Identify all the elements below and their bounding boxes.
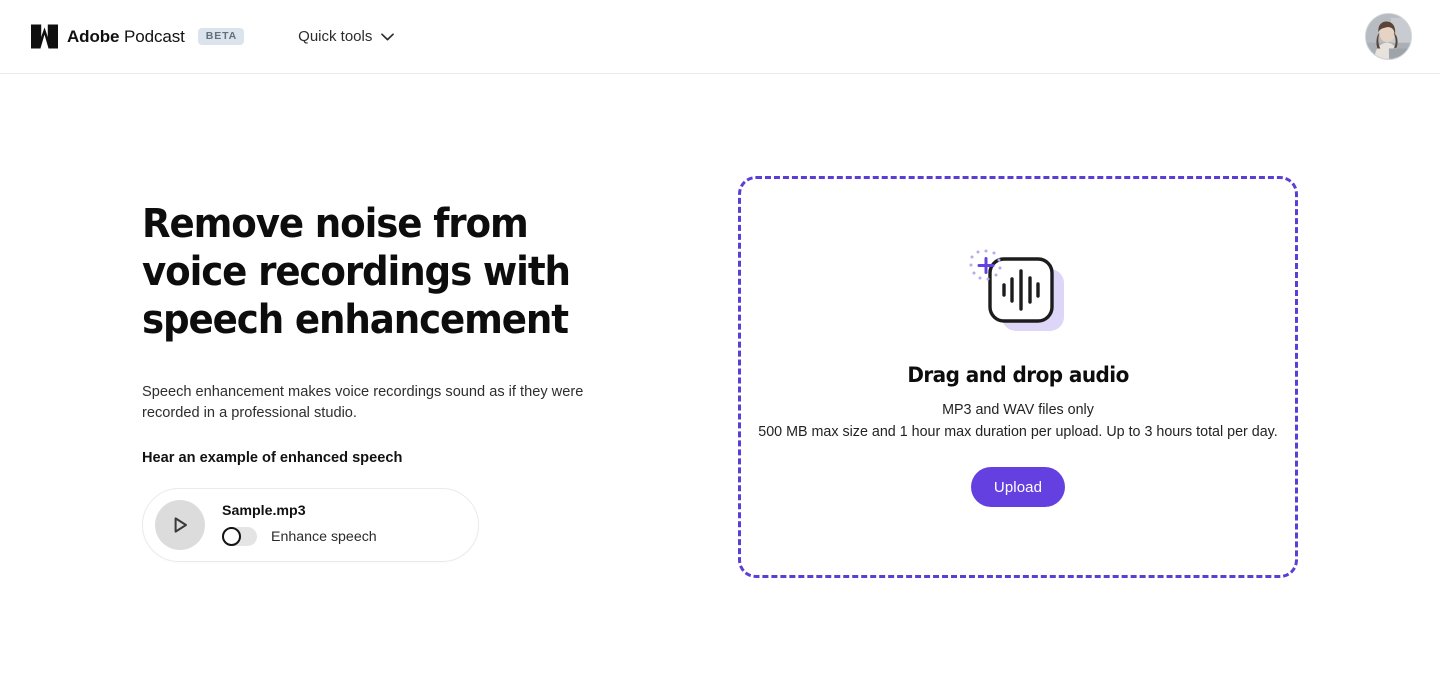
upload-dropzone[interactable]: Drag and drop audio MP3 and WAV files on… [738,176,1298,578]
dropzone-subtext-line2: 500 MB max size and 1 hour max duration … [758,424,1278,440]
audio-file-add-icon [966,247,1070,339]
toggle-knob [222,527,241,547]
upload-button[interactable]: Upload [970,467,1066,507]
hear-example-label: Hear an example of enhanced speech [142,450,403,466]
top-header: Adobe Podcast BETA Quick tools [0,0,1440,74]
sample-player-card: Sample.mp3 Enhance speech [142,488,479,562]
brand-lockup[interactable]: Adobe Podcast BETA [31,24,245,49]
page-title: Remove noise from voice recordings with … [142,201,571,343]
enhance-toggle-row: Enhance speech [222,527,377,547]
app-root: Adobe Podcast BETA Quick tools Remove no… [0,0,1440,696]
play-button[interactable] [155,500,205,550]
adobe-a-logo-icon [31,24,58,49]
dropzone-subtext-line1: MP3 and WAV files only [942,402,1094,418]
sample-meta: Sample.mp3 Enhance speech [222,502,377,547]
dropzone-title: Drag and drop audio [907,363,1129,388]
quick-tools-menu[interactable]: Quick tools [298,28,395,45]
brand-title: Adobe Podcast [67,27,185,47]
brand-title-regular: Podcast [119,26,185,46]
play-icon [169,514,191,536]
brand-title-bold: Adobe [67,26,120,46]
enhance-speech-label: Enhance speech [271,528,377,545]
avatar[interactable] [1365,13,1412,60]
enhance-speech-toggle[interactable] [222,527,257,547]
quick-tools-label: Quick tools [298,28,373,45]
hero-subcopy: Speech enhancement makes voice recording… [142,384,584,421]
chevron-down-icon [381,32,395,41]
sample-file-name: Sample.mp3 [222,502,306,519]
beta-badge: BETA [197,28,245,45]
hero-column: Remove noise from voice recordings with … [142,200,702,562]
